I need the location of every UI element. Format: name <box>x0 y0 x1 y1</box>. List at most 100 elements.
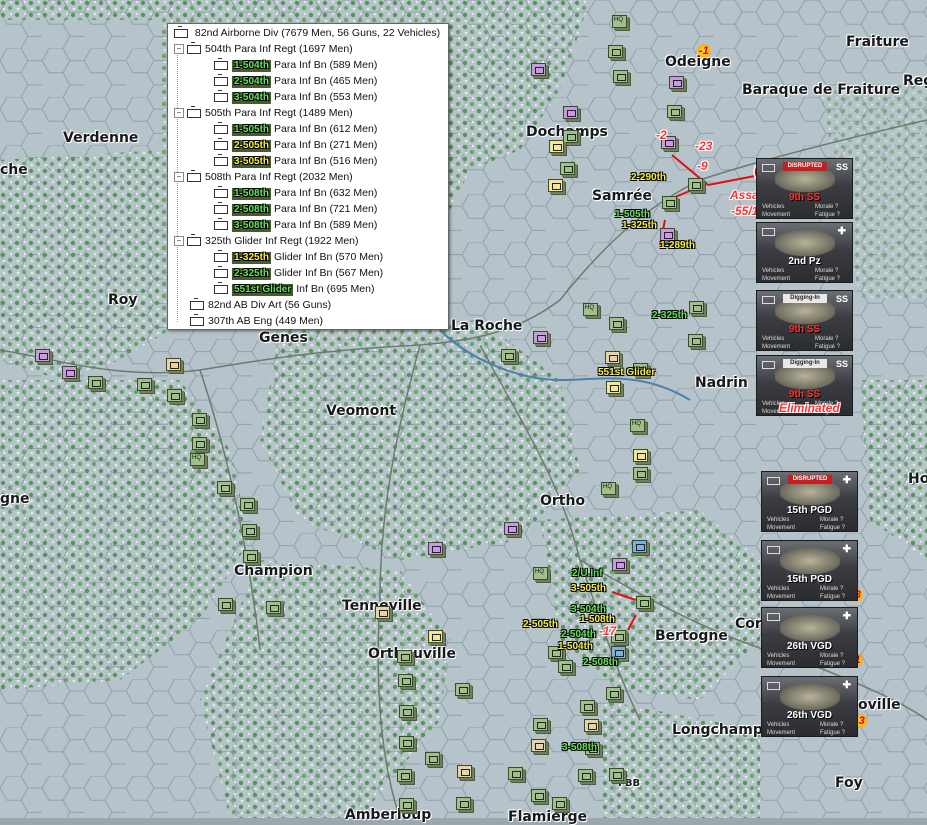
unit-counter[interactable] <box>399 736 414 749</box>
unit-counter[interactable] <box>398 674 413 687</box>
oob-support-row[interactable]: 82nd AB Div Art (56 Guns) <box>190 297 331 313</box>
unit-counter[interactable] <box>632 540 647 553</box>
oob-regiment-row[interactable]: − 325th Glider Inf Regt (1922 Men) <box>174 233 359 249</box>
unit-counter[interactable] <box>609 768 624 781</box>
oob-battalion-row[interactable]: 2-504th Para Inf Bn (465 Men) <box>214 73 377 89</box>
unit-counter[interactable] <box>397 769 412 782</box>
oob-support-row[interactable]: 307th AB Eng (449 Men) <box>190 313 323 329</box>
hq-counter[interactable] <box>190 453 205 466</box>
enemy-unit-card[interactable]: DISRUPTED ✚ 15th PGD Vehicles Movement Morale… <box>761 471 858 532</box>
unit-counter[interactable] <box>266 601 281 614</box>
unit-counter[interactable] <box>533 331 548 344</box>
unit-counter[interactable] <box>428 630 443 643</box>
unit-counter[interactable] <box>456 797 471 810</box>
unit-counter[interactable] <box>501 349 516 362</box>
unit-counter[interactable] <box>548 179 563 192</box>
hq-counter[interactable] <box>583 303 598 316</box>
unit-counter[interactable] <box>613 70 628 83</box>
order-of-battle-panel[interactable]: 82nd Airborne Div (7679 Men, 56 Guns, 22… <box>167 23 449 330</box>
oob-battalion-row[interactable]: 551st Glider Inf Bn (695 Men) <box>214 281 374 297</box>
unit-counter[interactable] <box>192 437 207 450</box>
unit-counter[interactable] <box>669 76 684 89</box>
unit-counter[interactable] <box>633 449 648 462</box>
oob-battalion-row[interactable]: 1-325th Glider Inf Bn (570 Men) <box>214 249 383 265</box>
unit-counter[interactable] <box>218 598 233 611</box>
unit-counter[interactable] <box>689 301 704 314</box>
unit-counter[interactable] <box>608 45 623 58</box>
unit-counter[interactable] <box>633 467 648 480</box>
collapse-toggle-icon[interactable]: − <box>174 236 184 247</box>
unit-counter[interactable] <box>242 524 257 537</box>
enemy-unit-card[interactable]: ✚ 26th VGD Vehicles Movement Morale ? Fatigue… <box>761 607 858 668</box>
unit-counter[interactable] <box>167 389 182 402</box>
unit-counter[interactable] <box>504 522 519 535</box>
unit-counter[interactable] <box>605 351 620 364</box>
unit-counter[interactable] <box>375 606 390 619</box>
oob-battalion-row[interactable]: 2-508th Para Inf Bn (721 Men) <box>214 201 377 217</box>
oob-battalion-row[interactable]: 2-505th Para Inf Bn (271 Men) <box>214 137 377 153</box>
oob-battalion-row[interactable]: 3-504th Para Inf Bn (553 Men) <box>214 89 377 105</box>
unit-counter[interactable] <box>606 687 621 700</box>
oob-battalion-row[interactable]: 3-505th Para Inf Bn (516 Men) <box>214 153 377 169</box>
unit-counter[interactable] <box>563 130 578 143</box>
oob-battalion-row[interactable]: 3-508th Para Inf Bn (589 Men) <box>214 217 377 233</box>
unit-counter[interactable] <box>688 334 703 347</box>
oob-battalion-row[interactable]: 1-504th Para Inf Bn (589 Men) <box>214 57 377 73</box>
unit-counter[interactable] <box>240 498 255 511</box>
unit-counter[interactable] <box>533 718 548 731</box>
enemy-unit-card[interactable]: Digging-In SS 9th SS Vehicles Movement Morale… <box>756 355 853 416</box>
unit-counter[interactable] <box>662 196 677 209</box>
oob-battalion-row[interactable]: 2-325th Glider Inf Bn (567 Men) <box>214 265 383 281</box>
unit-counter[interactable] <box>636 596 651 609</box>
hq-counter[interactable] <box>601 482 616 495</box>
unit-counter[interactable] <box>578 769 593 782</box>
unit-counter[interactable] <box>612 558 627 571</box>
unit-counter[interactable] <box>399 798 414 811</box>
unit-counter[interactable] <box>192 413 207 426</box>
oob-regiment-row[interactable]: − 508th Para Inf Regt (2032 Men) <box>174 169 353 185</box>
unit-counter[interactable] <box>558 660 573 673</box>
collapse-toggle-icon[interactable]: − <box>174 44 184 55</box>
unit-counter[interactable] <box>166 358 181 371</box>
unit-counter[interactable] <box>399 705 414 718</box>
enemy-unit-card[interactable]: ✚ 2nd Pz Vehicles Movement Morale ? Fatigue ? <box>756 222 853 283</box>
unit-counter[interactable] <box>552 797 567 810</box>
collapse-toggle-icon[interactable]: − <box>174 172 184 183</box>
oob-regiment-row[interactable]: − 505th Para Inf Regt (1489 Men) <box>174 105 353 121</box>
unit-counter[interactable] <box>397 650 412 663</box>
unit-counter[interactable] <box>428 542 443 555</box>
unit-counter[interactable] <box>457 765 472 778</box>
oob-root-row[interactable]: 82nd Airborne Div (7679 Men, 56 Guns, 22… <box>174 25 440 41</box>
unit-counter[interactable] <box>508 767 523 780</box>
enemy-unit-card[interactable]: Digging-In SS 9th SS Vehicles Movement Morale… <box>756 290 853 351</box>
unit-counter[interactable] <box>549 140 564 153</box>
unit-counter[interactable] <box>688 178 703 191</box>
enemy-unit-card[interactable]: ✚ 26th VGD Vehicles Movement Morale ? Fatigue… <box>761 676 858 737</box>
oob-regiment-row[interactable]: − 504th Para Inf Regt (1697 Men) <box>174 41 353 57</box>
unit-counter[interactable] <box>606 381 621 394</box>
unit-counter[interactable] <box>35 349 50 362</box>
unit-counter[interactable] <box>217 481 232 494</box>
unit-counter[interactable] <box>609 317 624 330</box>
unit-counter[interactable] <box>667 105 682 118</box>
unit-counter[interactable] <box>88 376 103 389</box>
enemy-unit-card[interactable]: ✚ 15th PGD Vehicles Movement Morale ? Fatigue… <box>761 540 858 601</box>
unit-counter[interactable] <box>563 106 578 119</box>
unit-counter[interactable] <box>584 719 599 732</box>
unit-counter[interactable] <box>62 366 77 379</box>
oob-battalion-row[interactable]: 1-505th Para Inf Bn (612 Men) <box>214 121 377 137</box>
hq-counter[interactable] <box>533 567 548 580</box>
collapse-toggle-icon[interactable]: − <box>174 108 184 119</box>
unit-counter[interactable] <box>531 789 546 802</box>
enemy-unit-card[interactable]: DISRUPTED SS 9th SS Vehicles Movement Morale … <box>756 158 853 219</box>
unit-counter[interactable] <box>560 162 575 175</box>
oob-battalion-row[interactable]: 1-508th Para Inf Bn (632 Men) <box>214 185 377 201</box>
hq-counter[interactable] <box>630 419 645 432</box>
unit-counter[interactable] <box>531 739 546 752</box>
hq-counter[interactable] <box>612 15 627 28</box>
unit-counter[interactable] <box>425 752 440 765</box>
unit-counter[interactable] <box>455 683 470 696</box>
unit-counter[interactable] <box>580 700 595 713</box>
unit-counter[interactable] <box>137 378 152 391</box>
unit-counter[interactable] <box>531 63 546 76</box>
